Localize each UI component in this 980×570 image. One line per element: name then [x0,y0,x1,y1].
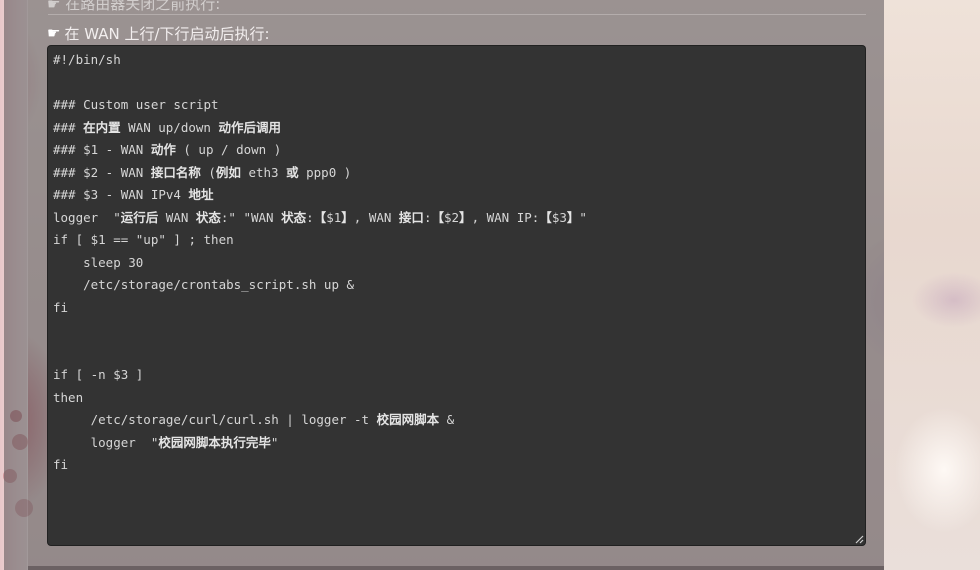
hand-pointing-right-icon: ☛ [47,0,66,13]
code-line: sleep 30 [53,254,144,270]
code-line: ### 在内置 WAN up/down 动作后调用 [53,119,281,135]
code-line: if [ -n $3 ] [53,367,144,382]
code-line: /etc/storage/curl/curl.sh | logger -t 校园… [53,412,455,427]
wan-updown-section-label: ☛ 在 WAN 上行/下行启动后执行: [47,23,270,43]
code-line: then [53,389,84,405]
code-line: ### Custom user script [53,97,219,112]
section-label-text: 在 WAN 上行/下行启动后执行: [64,24,270,43]
code-line: if [ $1 == "up" ] ; then [53,232,234,247]
script-text[interactable]: #!/bin/sh ### Custom user script ### 在内置 … [53,49,587,477]
code-line: fi [53,299,69,315]
code-line: ### $3 - WAN IPv4 地址 [53,187,214,202]
code-line: #!/bin/sh [53,52,121,67]
background-right-strip [884,0,980,570]
section-divider [48,14,866,15]
panel-edge [27,0,28,570]
code-line: fi [53,457,69,472]
code-line: /etc/storage/crontabs_script.sh up & [53,277,355,292]
code-line: ### $2 - WAN 接口名称 (例如 eth3 或 ppp0 ) [53,164,352,180]
code-line: ### $1 - WAN 动作 ( up / down ) [53,142,282,157]
panel-bottom-edge [28,566,884,570]
wan-script-editor[interactable]: #!/bin/sh ### Custom user script ### 在内置 … [47,45,866,546]
hand-pointing-right-icon: ☛ [47,23,61,42]
code-line: logger "校园网脚本执行完毕" [53,434,279,450]
code-line: logger "运行后 WAN 状态:" "WAN 状态:【$1】, WAN 接… [53,209,587,225]
resize-handle-icon[interactable] [855,535,864,544]
previous-section-label: ☛ 在路由器关闭之前执行: [47,0,220,14]
